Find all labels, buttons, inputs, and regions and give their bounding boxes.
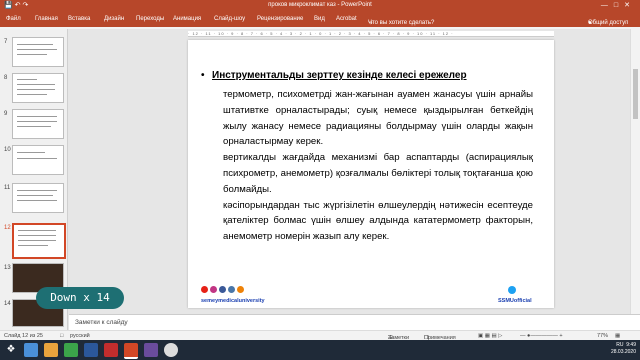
slide-thumbnail-7[interactable] [12,37,64,67]
instagram-icon [210,286,217,293]
tab-insert[interactable]: Вставка [68,16,90,22]
windows-start-icon[interactable]: ❖ [4,343,18,357]
thumb-number: 9 [4,111,8,117]
paragraph: термометр, психометрді жан-жағынан ауаме… [223,89,533,148]
tell-me-label: Что вы хотите сделать? [368,20,435,26]
thumb-number: 13 [4,265,11,271]
window-title: проков микроклимат каз - PowerPoint [268,2,372,8]
slide[interactable]: • Инструментальды зерттеу кезінде келесі … [188,40,554,308]
clock-date: 28.03.2020 [610,349,636,355]
word-icon[interactable] [84,343,98,357]
footer-right-handle: SSMUofficial [498,298,532,304]
app-icon[interactable] [144,343,158,357]
slide-thumbnail-12-selected[interactable] [12,223,66,259]
zoom-slider[interactable]: — ●————— + [520,333,563,339]
spellcheck-icon[interactable]: □ [60,333,63,339]
tab-file[interactable]: Файл [6,16,21,22]
ok-icon [237,286,244,293]
scrollbar-thumb[interactable] [633,69,638,119]
slide-thumbnail-8[interactable] [12,73,64,103]
vertical-scrollbar[interactable] [630,29,640,314]
tab-view[interactable]: Вид [314,16,325,22]
file-manager-icon[interactable] [44,343,58,357]
slide-heading-text: Инструментальды зерттеу кезінде келесі е… [212,70,467,81]
slide-thumbnail-10[interactable] [12,145,64,175]
system-tray[interactable]: RU 9:49 28.03.2020 [611,342,636,356]
thumb-number: 8 [4,75,8,81]
footer-left-handle: semeymedicaluniversity [201,298,265,304]
slide-heading[interactable]: • Инструментальды зерттеу кезінде келесі … [201,70,551,81]
app-icon[interactable] [64,343,78,357]
ruler: · 12 · 11 · 10 · 9 · 8 · 7 · 6 · 5 · 4 ·… [188,31,554,37]
slide-thumbnail-9[interactable] [12,109,64,139]
tab-review[interactable]: Рецензирование [257,16,303,22]
notes-pane[interactable]: Заметки к слайду [69,314,640,330]
bullet-icon: • [201,70,205,81]
powerpoint-icon[interactable] [124,343,138,359]
paragraph: вертикалды жағдайда механизмі бар аспапт… [223,152,533,195]
vk-icon [228,286,235,293]
paragraph: кәсіпорындардан тыс жүргізілетін өлшеуле… [223,199,533,243]
tab-design[interactable]: Дизайн [104,16,124,22]
tab-transitions[interactable]: Переходы [136,16,164,22]
chrome-icon[interactable] [164,343,178,357]
slide-counter: Слайд 12 из 25 [4,333,43,339]
zoom-level[interactable]: 77% [597,333,608,339]
fit-slide-icon[interactable]: ▦ [615,333,620,339]
keystroke-overlay: Down x 14 [36,287,124,309]
window-controls[interactable]: —□✕ [601,1,636,9]
tab-animation[interactable]: Анимация [173,16,201,22]
tab-home[interactable]: Главная [35,16,58,22]
tab-slideshow[interactable]: Слайд-шоу [214,16,245,22]
youtube-icon [201,286,208,293]
thumb-number: 12 [4,225,11,231]
tab-acrobat[interactable]: Acrobat [336,16,357,22]
status-bar: Слайд 12 из 25 □ русский ☰ Заметки ☐ При… [0,330,640,341]
input-language[interactable]: RU [616,342,623,348]
view-buttons[interactable]: ▣ ▦ ▤ ▷ [478,333,502,339]
thumb-number: 7 [4,39,8,45]
slide-thumbnail-pane[interactable]: 7 8 9 10 11 12 13 14 [0,29,68,330]
ribbon-tabs: Файл Главная Вставка Дизайн Переходы Ани… [0,12,640,27]
thumb-number: 11 [4,185,11,191]
thumb-number: 10 [4,147,11,153]
taskbar: ❖ RU 9:49 28.03.2020 [0,340,640,360]
slide-body-text[interactable]: термометр, психометрді жан-жағынан ауаме… [223,87,533,245]
acrobat-icon[interactable] [104,343,118,357]
thumb-number: 14 [4,301,11,307]
slide-thumbnail-11[interactable] [12,183,64,213]
clock-time: 9:49 [626,342,636,348]
explorer-icon[interactable] [24,343,38,357]
notes-placeholder: Заметки к слайду [75,319,128,326]
twitter-icon [508,286,516,294]
facebook-icon [219,286,226,293]
share-label: Общий доступ [588,20,629,26]
title-bar: 💾 ↶ ↷ проков микроклимат каз - PowerPoin… [0,0,640,12]
language-indicator[interactable]: русский [70,333,90,339]
social-icons [201,286,246,293]
